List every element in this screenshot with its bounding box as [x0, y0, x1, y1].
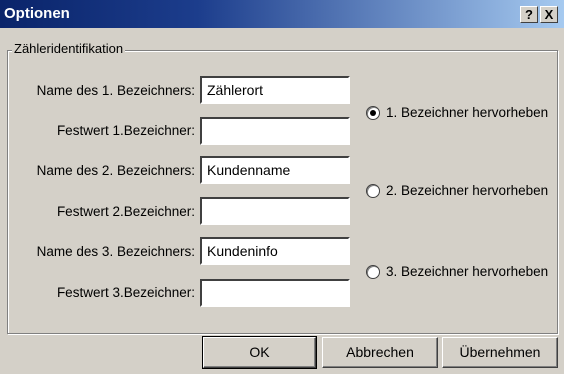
fixed-value-2-label: Festwert 2.Bezeichner:: [56, 204, 195, 219]
name-1-input[interactable]: [200, 76, 350, 104]
name-2-input[interactable]: [200, 156, 350, 184]
radio-unchecked-icon[interactable]: [366, 184, 380, 199]
fixed-value-1-input[interactable]: [200, 117, 350, 145]
apply-button[interactable]: Übernehmen: [442, 337, 558, 368]
close-button[interactable]: X: [540, 6, 558, 23]
group-label: Zähleridentifikation: [12, 41, 126, 56]
cancel-button[interactable]: Abbrechen: [322, 337, 438, 368]
highlight-1-radio[interactable]: 1. Bezeichner hervorheben: [366, 105, 549, 121]
options-dialog: Optionen ? X Zähleridentifikation Name d…: [0, 0, 564, 374]
highlight-2-radio[interactable]: 2. Bezeichner hervorheben: [366, 183, 549, 199]
highlight-3-label: 3. Bezeichner hervorheben: [386, 264, 549, 279]
highlight-1-label: 1. Bezeichner hervorheben: [386, 105, 549, 120]
name-3-label: Name des 3. Bezeichners:: [36, 244, 195, 259]
title-bar[interactable]: Optionen ? X: [0, 0, 564, 28]
fixed-value-1-label: Festwert 1.Bezeichner:: [56, 123, 195, 138]
fixed-value-3-input[interactable]: [200, 279, 350, 307]
name-3-input[interactable]: [200, 237, 350, 265]
name-2-label: Name des 2. Bezeichners:: [36, 163, 195, 178]
highlight-2-label: 2. Bezeichner hervorheben: [386, 183, 549, 198]
radio-checked-icon[interactable]: [366, 106, 380, 121]
name-1-label: Name des 1. Bezeichners:: [36, 83, 195, 98]
ok-button[interactable]: OK: [202, 336, 317, 369]
fixed-value-3-label: Festwert 3.Bezeichner:: [56, 285, 195, 300]
highlight-3-radio[interactable]: 3. Bezeichner hervorheben: [366, 264, 549, 280]
window-title: Optionen: [4, 5, 70, 22]
radio-unchecked-icon[interactable]: [366, 265, 380, 280]
help-button[interactable]: ?: [520, 6, 538, 23]
fixed-value-2-input[interactable]: [200, 197, 350, 225]
